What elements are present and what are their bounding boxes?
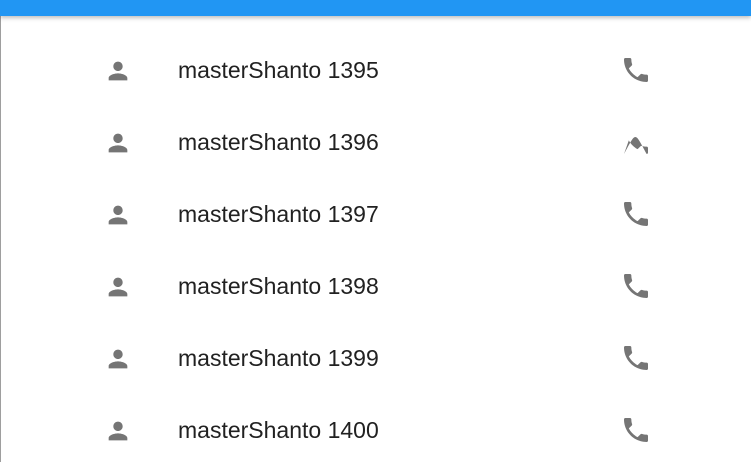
contact-list[interactable]: masterShanto 1395 masterShanto 1396 mast…	[0, 34, 751, 462]
list-item[interactable]: masterShanto 1400	[0, 394, 751, 462]
app-bar	[0, 0, 751, 16]
contact-name: masterShanto 1398	[178, 273, 379, 299]
contact-name: masterShanto 1397	[178, 201, 379, 227]
contact-name: masterShanto 1399	[178, 345, 379, 371]
person-icon	[108, 133, 128, 153]
person-icon	[108, 205, 128, 225]
contact-name: masterShanto 1396	[178, 129, 379, 155]
person-icon	[108, 349, 128, 369]
phone-icon[interactable]	[620, 342, 652, 374]
list-item[interactable]: masterShanto 1398	[0, 250, 751, 322]
app-screen: masterShanto 1395 masterShanto 1396 mast…	[0, 0, 751, 462]
phone-icon[interactable]	[620, 198, 652, 230]
list-item[interactable]: masterShanto 1399	[0, 322, 751, 394]
person-icon	[108, 421, 128, 441]
contact-name: masterShanto 1400	[178, 417, 379, 443]
person-icon	[108, 277, 128, 297]
phone-icon[interactable]	[620, 126, 652, 158]
list-item[interactable]: masterShanto 1397	[0, 178, 751, 250]
list-item[interactable]: masterShanto 1396	[0, 106, 751, 178]
phone-icon[interactable]	[620, 54, 652, 86]
contact-name: masterShanto 1395	[178, 57, 379, 83]
phone-icon[interactable]	[620, 414, 652, 446]
person-icon	[108, 61, 128, 81]
list-item[interactable]: masterShanto 1395	[0, 34, 751, 106]
phone-icon[interactable]	[620, 270, 652, 302]
